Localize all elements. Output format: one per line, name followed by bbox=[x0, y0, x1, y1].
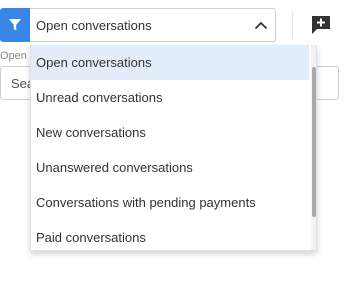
scrollbar-thumb[interactable] bbox=[312, 67, 316, 217]
dropdown-option-new[interactable]: New conversations bbox=[31, 115, 309, 150]
dropdown-option-paid[interactable]: Paid conversations bbox=[31, 220, 309, 250]
toolbar-divider bbox=[292, 12, 293, 38]
selected-filter-value: Open conversations bbox=[36, 17, 152, 33]
dropdown-option-unread[interactable]: Unread conversations bbox=[31, 80, 309, 115]
dropdown-option-open[interactable]: Open conversations bbox=[31, 45, 309, 80]
filter-button[interactable] bbox=[0, 8, 30, 42]
filter-icon bbox=[9, 19, 21, 31]
conversation-filter-panel: Open conversations Open Open conversatio… bbox=[0, 0, 345, 289]
chevron-up-icon[interactable] bbox=[247, 8, 275, 42]
new-conversation-button[interactable] bbox=[310, 14, 332, 36]
conversation-filter-select[interactable]: Open conversations bbox=[30, 8, 276, 42]
dropdown-option-pending-payments[interactable]: Conversations with pending payments bbox=[31, 185, 309, 220]
filter-dropdown-menu: Open conversations Unread conversations … bbox=[30, 45, 317, 251]
dropdown-scrollbar[interactable] bbox=[311, 45, 316, 250]
add-comment-icon bbox=[312, 16, 330, 34]
field-label: Open bbox=[0, 50, 27, 62]
dropdown-option-unanswered[interactable]: Unanswered conversations bbox=[31, 150, 309, 185]
